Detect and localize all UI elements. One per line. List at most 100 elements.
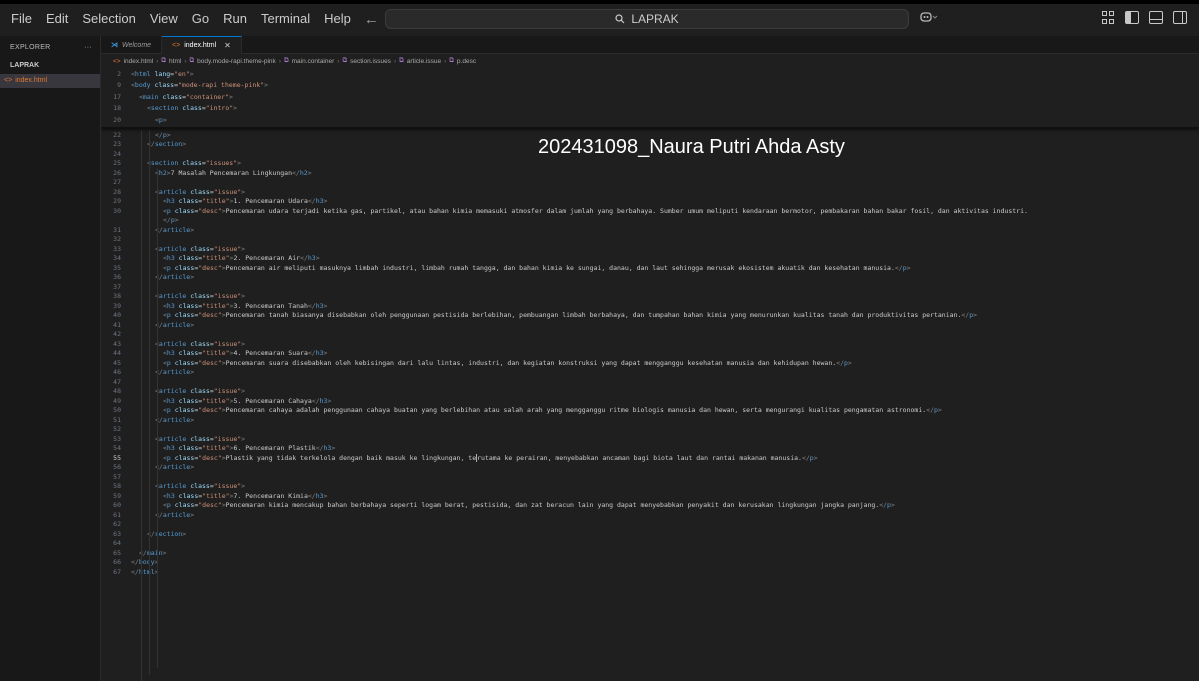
toggle-primary-sidebar-icon[interactable]: [1125, 11, 1139, 24]
code-line[interactable]: 52: [101, 425, 1199, 435]
code-line[interactable]: 31 </article>: [101, 225, 1199, 235]
code-line[interactable]: 62: [101, 520, 1199, 530]
breadcrumb-item[interactable]: html: [169, 58, 181, 65]
tab-index-html[interactable]: <> index.html ✕: [162, 36, 242, 54]
workspace-folder[interactable]: LAPRAK: [0, 58, 100, 74]
code-line[interactable]: 27: [101, 178, 1199, 188]
line-number: 66: [113, 558, 121, 567]
element-symbol-icon: ⧉: [161, 57, 167, 64]
line-number: 34: [113, 254, 121, 263]
code-line[interactable]: 30 <p class="desc">Pencemaran udara terja…: [101, 206, 1199, 216]
menu-view[interactable]: View: [143, 5, 185, 33]
code-line[interactable]: 42: [101, 330, 1199, 340]
toggle-secondary-sidebar-icon[interactable]: [1173, 11, 1187, 24]
code-line[interactable]: </p>: [101, 216, 1199, 226]
code-line[interactable]: 61 </article>: [101, 510, 1199, 520]
breadcrumb-item[interactable]: body.mode-rapi.theme-pink: [197, 58, 276, 65]
tab-welcome[interactable]: ⋊ Welcome: [101, 36, 163, 54]
breadcrumb-item[interactable]: article.issue: [407, 58, 441, 65]
code-line[interactable]: 54 <h3 class="title">6. Pencemaran Plasti…: [101, 444, 1199, 454]
code-line[interactable]: 37: [101, 282, 1199, 292]
line-number: 38: [113, 292, 121, 301]
code-line[interactable]: 29 <h3 class="title">1. Pencemaran Udara<…: [101, 197, 1199, 207]
menu-selection[interactable]: Selection: [75, 5, 142, 33]
file-item-index-html[interactable]: <> index.html: [0, 74, 100, 88]
code-line[interactable]: 18 <section class="intro">: [101, 104, 1199, 114]
code-line[interactable]: 38<article class="issue">: [101, 292, 1199, 302]
code-line[interactable]: 26 <h2>7 Masalah Pencemaran Lingkungan</h…: [101, 168, 1199, 178]
back-arrow-icon[interactable]: ←: [364, 11, 379, 28]
code-line[interactable]: 51 </article>: [101, 415, 1199, 425]
code-line[interactable]: 56 </article>: [101, 463, 1199, 473]
code-line[interactable]: 25 <section class="issues">: [101, 159, 1199, 169]
line-number: 18: [113, 104, 121, 113]
chevron-right-icon: ›: [444, 57, 447, 65]
code-line[interactable]: 49 <h3 class="title">5. Pencemaran Cahaya…: [101, 396, 1199, 406]
window-top-edge: [0, 0, 1199, 4]
code-line[interactable]: 35 <p class="desc">Pencemaran air meliput…: [101, 263, 1199, 273]
code-line[interactable]: 64: [101, 539, 1199, 549]
line-number: 33: [113, 244, 121, 253]
code-line[interactable]: 43<article class="issue">: [101, 339, 1199, 349]
tab-label: index.html: [184, 42, 217, 49]
code-text: <h3 class="title">6. Pencemaran Plastik<…: [163, 444, 336, 453]
code-line[interactable]: 57: [101, 472, 1199, 482]
menu-terminal[interactable]: Terminal: [254, 5, 317, 33]
more-actions-icon[interactable]: ···: [84, 44, 92, 51]
customize-layout-icon[interactable]: [1102, 11, 1115, 24]
toggle-panel-icon[interactable]: [1149, 11, 1163, 24]
html-file-icon: <>: [113, 57, 121, 65]
code-line[interactable]: 44 <h3 class="title">4. Pencemaran Suara<…: [101, 349, 1199, 359]
line-number: 64: [113, 539, 121, 548]
line-number: 55: [113, 453, 121, 462]
code-line[interactable]: 47: [101, 377, 1199, 387]
code-line[interactable]: 33<article class="issue">: [101, 244, 1199, 254]
code-line[interactable]: 20 <p>: [101, 115, 1199, 125]
sticky-scroll-header[interactable]: 2 <html lang="en"> 9 <body class="mode-rapi…: [101, 68, 1199, 128]
code-editor[interactable]: 2 <html lang="en"> 9 <body class="mode-rapi…: [101, 68, 1199, 681]
breadcrumb-item[interactable]: index.html: [124, 58, 154, 65]
line-number: 23: [113, 140, 121, 149]
code-line[interactable]: 40 <p class="desc">Pencemaran tanah biasa…: [101, 311, 1199, 321]
editor-tabs: ⋊ Welcome <> index.html ✕: [101, 36, 1199, 54]
code-line[interactable]: 59 <h3 class="title">7. Pencemaran Kimia<…: [101, 491, 1199, 501]
code-line[interactable]: 34 <h3 class="title">2. Pencemaran Air</h…: [101, 254, 1199, 264]
code-line[interactable]: 28<article class="issue">: [101, 187, 1199, 197]
line-number: 63: [113, 529, 121, 538]
close-icon[interactable]: ✕: [224, 41, 231, 50]
line-number: 29: [113, 197, 121, 206]
line-number: 2: [117, 69, 121, 78]
code-line[interactable]: 48<article class="issue">: [101, 387, 1199, 397]
code-line[interactable]: 58<article class="issue">: [101, 482, 1199, 492]
breadcrumb-item[interactable]: p.desc: [457, 58, 476, 65]
command-center-search[interactable]: LAPRAK: [385, 9, 909, 29]
code-line[interactable]: 55 <p class="desc">Plastik yang tidak ter…: [101, 453, 1199, 463]
code-line[interactable]: 17 <main class="container">: [101, 92, 1199, 102]
code-line[interactable]: 9 <body class="mode-rapi theme-pink">: [101, 81, 1199, 91]
code-line[interactable]: 65 </main>: [101, 548, 1199, 558]
code-line[interactable]: 50 <p class="desc">Pencemaran cahaya adal…: [101, 406, 1199, 416]
menu-go[interactable]: Go: [185, 5, 216, 33]
code-line[interactable]: 60 <p class="desc">Pencemaran kimia menca…: [101, 501, 1199, 511]
menu-file[interactable]: File: [4, 5, 39, 33]
menu-help[interactable]: Help: [317, 5, 358, 33]
breadcrumb-item[interactable]: main.container: [292, 58, 335, 65]
code-line[interactable]: 32: [101, 235, 1199, 245]
code-line[interactable]: 63 </section>: [101, 529, 1199, 539]
code-line[interactable]: 39 <h3 class="title">3. Pencemaran Tanah<…: [101, 301, 1199, 311]
code-line[interactable]: 41 </article>: [101, 320, 1199, 330]
code-line[interactable]: 45 <p class="desc">Pencemaran suara diseb…: [101, 358, 1199, 368]
code-line[interactable]: 67 </html>: [101, 567, 1199, 577]
menu-run[interactable]: Run: [216, 5, 254, 33]
code-text: <body class="mode-rapi theme-pink">: [131, 81, 269, 90]
code-line[interactable]: 36 </article>: [101, 273, 1199, 283]
menu-edit[interactable]: Edit: [39, 5, 75, 33]
code-line[interactable]: 46 </article>: [101, 368, 1199, 378]
code-text: </body>: [131, 558, 158, 567]
copilot-icon[interactable]: [920, 11, 938, 26]
code-line[interactable]: 53<article class="issue">: [101, 434, 1199, 444]
code-line[interactable]: 66 </body>: [101, 558, 1199, 568]
code-text: </section>: [147, 140, 187, 149]
code-line[interactable]: 2 <html lang="en">: [101, 69, 1199, 79]
breadcrumb-item[interactable]: section.issues: [350, 58, 391, 65]
